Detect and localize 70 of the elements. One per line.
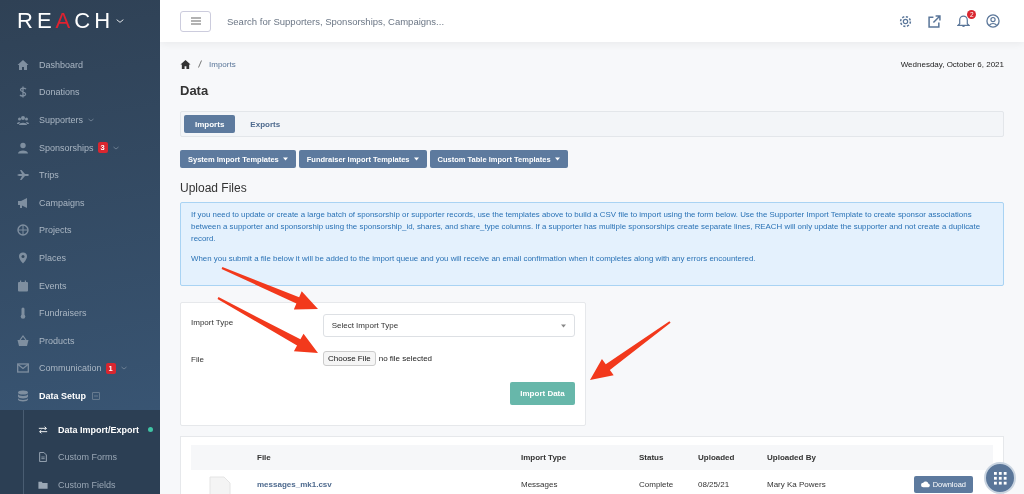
document-icon [38, 452, 48, 463]
sidebar-subitem[interactable]: Data Import/Export [0, 415, 160, 444]
chevron-down-icon [116, 17, 125, 25]
map-pin-icon [17, 251, 29, 264]
menu-button[interactable] [180, 10, 211, 32]
globe-icon [17, 224, 29, 237]
sidebar-item[interactable]: Supporters [0, 106, 160, 134]
users-icon [17, 114, 29, 126]
calendar-icon [17, 279, 29, 292]
file-status: no file selected [378, 353, 433, 363]
sidebar-item[interactable]: Campaigns [0, 188, 160, 217]
sidebar-item[interactable]: Trips [0, 161, 160, 189]
tab[interactable]: Imports [184, 115, 236, 133]
grid-icon [993, 471, 1007, 485]
table-cell-text: 08/25/21 [698, 480, 731, 489]
table-cell-text: Complete [639, 480, 675, 489]
menu-icon [189, 15, 202, 27]
basket-icon [17, 334, 29, 347]
caret-icon [561, 323, 566, 328]
current-date: Wednesday, October 6, 2021 [900, 59, 1004, 69]
settings-icon [899, 14, 912, 28]
active-dot [148, 427, 153, 432]
dollar-icon [17, 86, 29, 99]
envelope-icon [17, 362, 29, 375]
caret-icon [282, 157, 288, 161]
sidebar-item[interactable]: Products [0, 326, 160, 355]
sidebar-item[interactable]: Events [0, 271, 160, 300]
table-cell-text: Messages [521, 480, 559, 489]
home-icon [17, 58, 29, 71]
user-circle-icon [986, 14, 1000, 28]
apps-grid-button[interactable] [984, 462, 1016, 494]
sidebar-item[interactable]: Projects [0, 216, 160, 245]
caret-icon [413, 157, 419, 161]
table-cell-text: Mary Ka Powers [767, 480, 827, 489]
collapse-icon[interactable] [92, 391, 100, 400]
reach-logo: REA CH [17, 8, 115, 34]
bell-icon [957, 14, 970, 28]
field-label: File [191, 354, 205, 364]
plane-icon [17, 169, 29, 182]
breadcrumb-link[interactable]: Imports [209, 59, 236, 69]
external-link-icon [928, 14, 941, 28]
search-field[interactable]: Search for Supporters, Sponsorships, Campaigns... [225, 14, 885, 28]
column-header: Import Type [521, 453, 568, 462]
home-icon [180, 58, 191, 70]
breadcrumb-separator-icon [198, 60, 202, 68]
sidebar-item[interactable]: Donations [0, 78, 160, 107]
cloud-download-icon [920, 481, 930, 488]
sidebar-item[interactable]: Places [0, 244, 160, 272]
megaphone-icon [17, 196, 29, 209]
caret-icon [554, 157, 560, 161]
sidebar-subitem[interactable]: Custom Fields [0, 470, 160, 494]
column-header: Status [639, 453, 665, 462]
user-icon [17, 141, 29, 154]
database-icon [17, 389, 29, 402]
swap-arrows-icon [38, 424, 48, 435]
section-heading: Upload Files [180, 181, 248, 195]
folder-icon [38, 479, 48, 490]
tab[interactable]: Exports [239, 115, 292, 133]
field-label: Import Type [191, 317, 235, 327]
file-link[interactable]: messages_mk1.csv [257, 480, 521, 489]
column-header: Uploaded By [767, 453, 817, 462]
sidebar-subitem[interactable]: Custom Forms [0, 443, 160, 471]
page-title: Data [180, 83, 210, 98]
sidebar-item[interactable]: Fundraisers [0, 299, 160, 327]
column-header: Uploaded [698, 453, 736, 462]
choose-file-button[interactable]: Choose File [323, 351, 376, 366]
import-type-dropdown[interactable]: Select Import Type [322, 314, 575, 337]
sidebar-item[interactable]: Data Setup [0, 382, 160, 410]
sidebar-item[interactable]: Dashboard [0, 51, 160, 79]
column-header: File [257, 453, 272, 462]
